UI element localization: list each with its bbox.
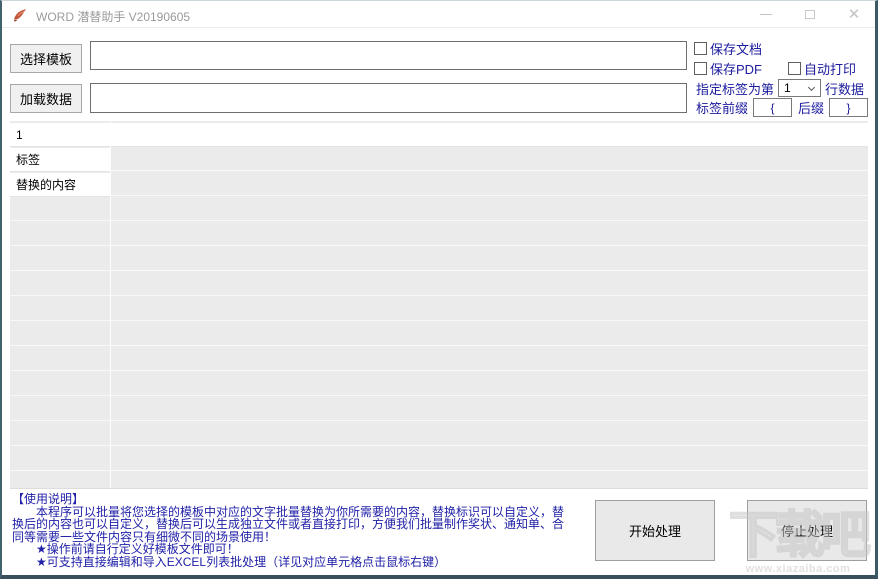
row-spec-prefix-label: 指定标签为第 bbox=[696, 79, 774, 98]
maximize-icon bbox=[805, 10, 815, 19]
save-doc-label: 保存文档 bbox=[710, 39, 762, 58]
grid-cell-label: 1 bbox=[16, 128, 23, 142]
save-pdf-checkbox[interactable]: 保存PDF bbox=[694, 59, 762, 78]
instruction-line: ★操作前请自行定义好模板文件即可！ bbox=[12, 543, 592, 556]
replace-grid[interactable]: 1 标签 替换的内容 bbox=[10, 121, 868, 489]
instruction-line: ★可支持直接编辑和导入EXCEL列表批处理（详见对应单元格点击鼠标右键） bbox=[12, 556, 592, 569]
grid-cell-label: 标签 bbox=[16, 151, 40, 168]
checkbox-icon bbox=[788, 62, 801, 75]
grid-row-header[interactable]: 1 bbox=[10, 123, 868, 147]
usage-instructions: 【使用说明】 本程序可以批量将您选择的模板中对应的文字批量替换为你所需要的内容，… bbox=[12, 493, 592, 568]
instruction-line: 【使用说明】 bbox=[12, 493, 592, 506]
data-path-input[interactable] bbox=[90, 83, 687, 113]
row-number-select[interactable]: 1 bbox=[778, 79, 821, 97]
checkbox-icon bbox=[694, 42, 707, 55]
minimize-button[interactable] bbox=[745, 1, 787, 28]
grid-cell-label: 替换的内容 bbox=[16, 176, 76, 193]
save-pdf-label: 保存PDF bbox=[710, 59, 762, 78]
auto-print-label: 自动打印 bbox=[804, 59, 856, 78]
app-window: WORD 潜替助手 V20190605 ✕ 选择模板 加载数据 保存文档 保存P… bbox=[0, 0, 878, 579]
grid-row-content[interactable]: 替换的内容 bbox=[10, 173, 110, 197]
save-doc-checkbox[interactable]: 保存文档 bbox=[694, 39, 762, 58]
stop-processing-button[interactable]: 停止处理 bbox=[747, 500, 867, 561]
close-icon: ✕ bbox=[848, 7, 861, 22]
suffix-label: 后缀 bbox=[798, 98, 824, 117]
title-bar: WORD 潜替助手 V20190605 ✕ bbox=[2, 1, 875, 28]
close-button[interactable]: ✕ bbox=[833, 1, 875, 28]
auto-print-checkbox[interactable]: 自动打印 bbox=[788, 59, 856, 78]
chevron-down-icon bbox=[808, 84, 815, 91]
prefix-label: 标签前缀 bbox=[696, 98, 748, 117]
select-template-button[interactable]: 选择模板 bbox=[10, 44, 82, 73]
app-icon bbox=[12, 7, 28, 23]
watermark-url: www.xiazaiba.com bbox=[723, 563, 873, 575]
load-data-button[interactable]: 加载数据 bbox=[10, 84, 82, 113]
grid-column-divider bbox=[110, 121, 111, 488]
tag-fix-group: 标签前缀 后缀 bbox=[696, 98, 868, 117]
prefix-input[interactable] bbox=[753, 98, 792, 117]
start-processing-button[interactable]: 开始处理 bbox=[595, 500, 715, 561]
instruction-line: 换后的内容也可以自定义，替换后可以生成独立文件或者直接打印，方便我们批量制作奖状… bbox=[12, 518, 592, 531]
minimize-icon bbox=[760, 14, 772, 15]
suffix-input[interactable] bbox=[829, 98, 868, 117]
grid-row-tag[interactable]: 标签 bbox=[10, 148, 110, 172]
row-spec-suffix-label: 行数据 bbox=[825, 79, 864, 98]
window-title: WORD 潜替助手 V20190605 bbox=[36, 8, 190, 25]
maximize-button[interactable] bbox=[789, 1, 831, 28]
row-spec-group: 指定标签为第 1 行数据 bbox=[696, 79, 864, 97]
row-number-value: 1 bbox=[784, 81, 791, 95]
template-path-input[interactable] bbox=[90, 41, 687, 70]
checkbox-icon bbox=[694, 62, 707, 75]
